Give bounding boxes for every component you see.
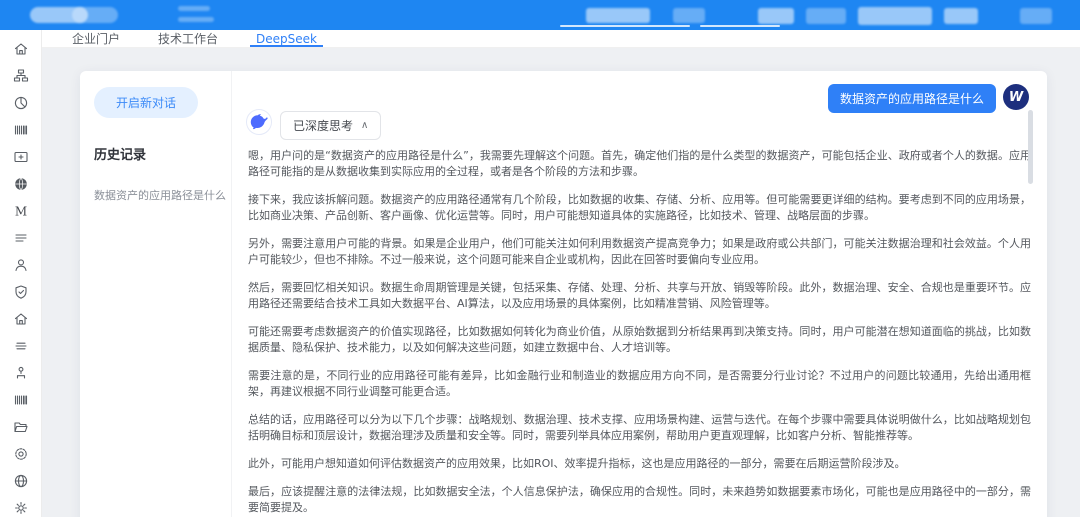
align-lines-icon[interactable]: [12, 337, 30, 355]
reasoning-paragraph: 另外，需要注意用户可能的背景。如果是企业用户，他们可能关注如何利用数据资产提高竞…: [248, 236, 1031, 268]
app-logo-part: [72, 7, 118, 23]
badge-icon[interactable]: [12, 445, 30, 463]
user-avatar: W: [1003, 84, 1029, 110]
history-pane: 开启新对话 历史记录 数据资产的应用路径是什么: [80, 71, 232, 517]
user-icon[interactable]: [12, 256, 30, 274]
redacted-nav-mark: [178, 6, 210, 11]
reasoning-paragraph: 然后，需要回忆相关知识。数据生命周期管理是关键，包括采集、存储、处理、分析、共享…: [248, 280, 1031, 312]
deep-thought-toggle[interactable]: 已深度思考 ∧: [280, 111, 381, 140]
pie-chart-icon[interactable]: [12, 94, 30, 112]
tab-deepseek[interactable]: DeepSeek: [254, 30, 319, 47]
globe-dark-icon[interactable]: [12, 175, 30, 193]
tab-bar: 企业门户 技术工作台 DeepSeek: [42, 30, 1080, 48]
nav-active-underline: [560, 25, 690, 27]
chevron-up-icon: ∧: [361, 120, 368, 131]
reasoning-paragraph: 此外，可能用户想知道如何评估数据资产的应用效果，比如ROI、效率提升指标，这也是…: [248, 456, 1031, 472]
left-icon-rail: M: [0, 30, 42, 517]
scrollbar-thumb[interactable]: [1028, 110, 1033, 184]
reasoning-paragraph: 最后，应该提醒注意的法律法规，比如数据安全法，个人信息保护法，确保应用的合规性。…: [248, 484, 1031, 516]
list-icon[interactable]: [12, 229, 30, 247]
barcode-alt-icon[interactable]: [12, 391, 30, 409]
nav-active-underline: [700, 25, 780, 27]
redacted-nav-item[interactable]: [1020, 8, 1052, 24]
reasoning-paragraph: 总结的话，应用路径可以分为以下几个步骤：战略规划、数据治理、技术支撑、应用场景构…: [248, 412, 1031, 444]
message-list: 数据资产的应用路径是什么 W 已深度思考 ∧: [246, 84, 1033, 517]
history-item[interactable]: 数据资产的应用路径是什么: [94, 187, 217, 203]
barcode-icon[interactable]: [12, 121, 30, 139]
redacted-nav-item[interactable]: [806, 8, 846, 24]
tab-tech-workbench[interactable]: 技术工作台: [156, 30, 220, 47]
org-person-icon[interactable]: [12, 364, 30, 382]
globe-icon[interactable]: [12, 472, 30, 490]
deep-thought-label: 已深度思考: [293, 117, 353, 134]
redacted-nav-mark: [178, 17, 214, 22]
shield-icon[interactable]: [12, 283, 30, 301]
redacted-nav-item[interactable]: [673, 8, 705, 23]
deepseek-whale-icon: [246, 109, 272, 135]
home-icon[interactable]: [12, 40, 30, 58]
history-title: 历史记录: [94, 144, 217, 163]
sitemap-icon[interactable]: [12, 67, 30, 85]
page-content: 开启新对话 历史记录 数据资产的应用路径是什么 数据资产的应用路径是什么 W: [42, 48, 1080, 517]
ai-message-row: 已深度思考 ∧: [246, 109, 1033, 140]
new-chat-button[interactable]: 开启新对话: [94, 87, 198, 118]
chat-card: 开启新对话 历史记录 数据资产的应用路径是什么 数据资产的应用路径是什么 W: [80, 71, 1047, 517]
redacted-nav-item[interactable]: [858, 7, 932, 25]
redacted-nav-item[interactable]: [586, 8, 650, 23]
m-letter-icon[interactable]: M: [12, 202, 30, 220]
home-alt-icon[interactable]: [12, 310, 30, 328]
folder-icon[interactable]: [12, 418, 30, 436]
reasoning-paragraph: 可能还需要考虑数据资产的价值实现路径，比如数据如何转化为商业价值，从原始数据到分…: [248, 324, 1031, 356]
tab-enterprise-portal[interactable]: 企业门户: [70, 30, 122, 47]
svg-text:M: M: [14, 205, 26, 219]
top-app-bar: [0, 0, 1080, 30]
chat-pane: 数据资产的应用路径是什么 W 已深度思考 ∧: [232, 71, 1047, 517]
user-message-bubble: 数据资产的应用路径是什么: [828, 84, 996, 113]
redacted-nav-item[interactable]: [944, 8, 978, 24]
gear-icon[interactable]: [12, 499, 30, 517]
reasoning-paragraph: 接下来，我应该拆解问题。数据资产的应用路径通常有几个阶段，比如数据的收集、存储、…: [248, 192, 1031, 224]
reasoning-paragraph: 需要注意的是，不同行业的应用路径可能有差异，比如金融行业和制造业的数据应用方向不…: [248, 368, 1031, 400]
reasoning-text: 嗯，用户问的是“数据资产的应用路径是什么”，我需要先理解这个问题。首先，确定他们…: [246, 148, 1033, 517]
redacted-nav-item[interactable]: [758, 8, 794, 24]
card-plus-icon[interactable]: [12, 148, 30, 166]
reasoning-paragraph: 嗯，用户问的是“数据资产的应用路径是什么”，我需要先理解这个问题。首先，确定他们…: [248, 148, 1031, 180]
